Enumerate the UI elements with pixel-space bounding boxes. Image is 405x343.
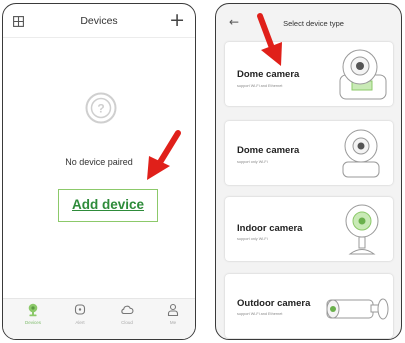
- device-type-title: Indoor camera: [237, 223, 303, 234]
- tab-cloud[interactable]: Cloud: [109, 303, 145, 325]
- add-icon[interactable]: +: [169, 11, 185, 30]
- cloud-icon: [121, 305, 134, 315]
- alert-icon: [74, 304, 86, 315]
- select-device-type-screen: ← Select device type Dome camera support…: [215, 3, 402, 340]
- svg-text:?: ?: [97, 102, 104, 116]
- page-title: Devices: [80, 15, 118, 27]
- device-type-card-dome-wifi[interactable]: Dome camera support only Wi-Fi: [225, 121, 393, 185]
- devices-icon: [28, 303, 38, 317]
- tab-devices[interactable]: Devices: [15, 303, 51, 325]
- tab-label: Cloud: [121, 320, 133, 325]
- dome-camera-image: [339, 49, 387, 100]
- pointer-arrow-dome-camera: [257, 13, 282, 66]
- tab-label: Alert: [75, 320, 85, 325]
- indoor-camera-image: [345, 204, 379, 255]
- device-type-subtitle: support only Wi-Fi: [237, 160, 268, 164]
- device-type-subtitle: support only Wi-Fi: [237, 237, 268, 241]
- page-title: Select device type: [283, 19, 344, 28]
- device-type-title: Outdoor camera: [237, 298, 311, 309]
- device-type-title: Dome camera: [237, 69, 300, 80]
- outdoor-camera-image: [326, 298, 389, 320]
- header-divider: [3, 37, 195, 38]
- add-device-button[interactable]: Add device: [58, 189, 158, 222]
- user-icon: [167, 303, 179, 317]
- tab-alert[interactable]: Alert: [62, 303, 98, 325]
- pointer-arrow-add-device: [147, 130, 181, 180]
- question-icon: ?: [85, 92, 117, 124]
- device-type-subtitle: support Wi-Fi and Ethernet: [237, 312, 283, 316]
- tab-label: Me: [169, 320, 177, 325]
- tab-label: Devices: [24, 320, 41, 325]
- device-type-title: Dome camera: [237, 145, 300, 156]
- device-type-card-dome-wifi-ethernet[interactable]: Dome camera support Wi-Fi and Ethernet: [225, 42, 393, 106]
- bottom-tab-bar: Devices Alert Cloud Me: [3, 298, 195, 339]
- device-type-card-outdoor[interactable]: Outdoor camera support Wi-Fi and Etherne…: [225, 274, 393, 338]
- device-type-card-indoor[interactable]: Indoor camera support only Wi-Fi: [225, 197, 393, 261]
- device-type-subtitle: support Wi-Fi and Ethernet: [237, 84, 283, 88]
- dome-camera-image: [342, 129, 380, 178]
- tab-me[interactable]: Me: [155, 303, 191, 325]
